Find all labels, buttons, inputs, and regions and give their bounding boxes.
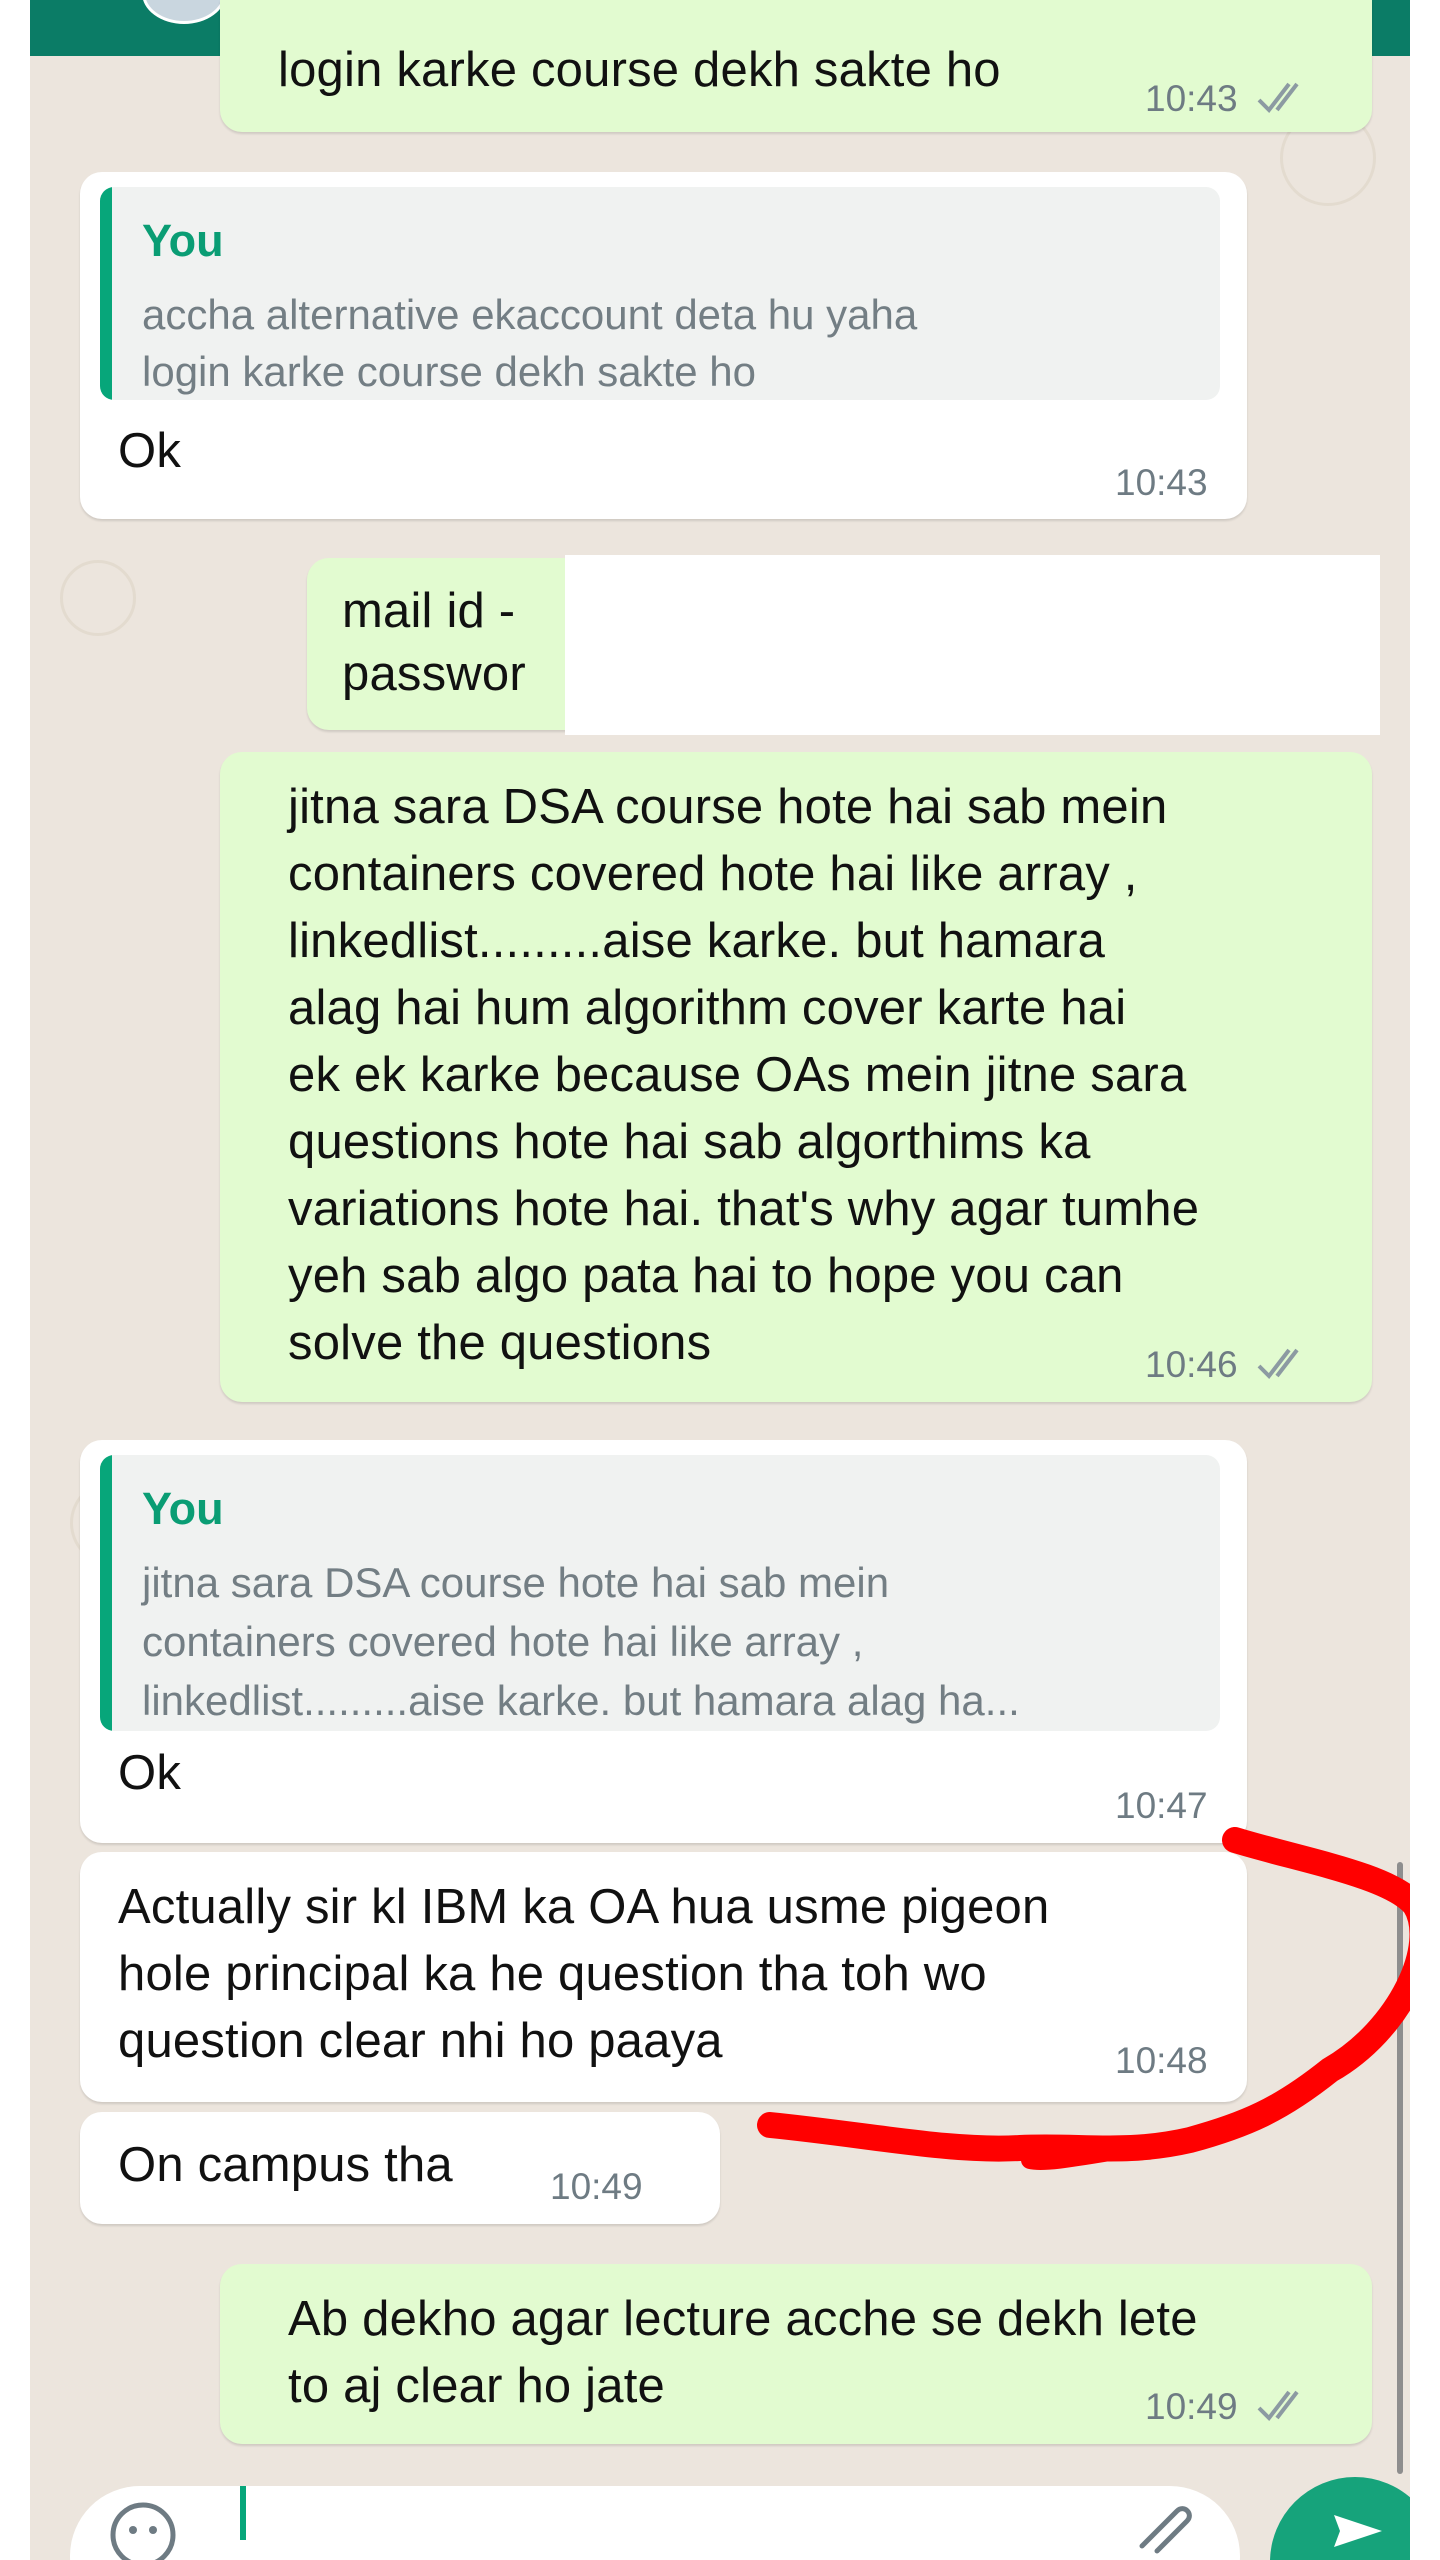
- chat-area[interactable]: login karke course dekh sakte ho 10:43 Y…: [30, 0, 1410, 2560]
- emoji-icon[interactable]: [108, 2500, 178, 2560]
- send-icon: [1334, 2515, 1382, 2547]
- attach-icon[interactable]: [1132, 2496, 1202, 2556]
- text-cursor: [240, 2486, 246, 2540]
- message-input-bar[interactable]: [70, 2486, 1240, 2560]
- red-annotation-scribble: [757, 1827, 1410, 2170]
